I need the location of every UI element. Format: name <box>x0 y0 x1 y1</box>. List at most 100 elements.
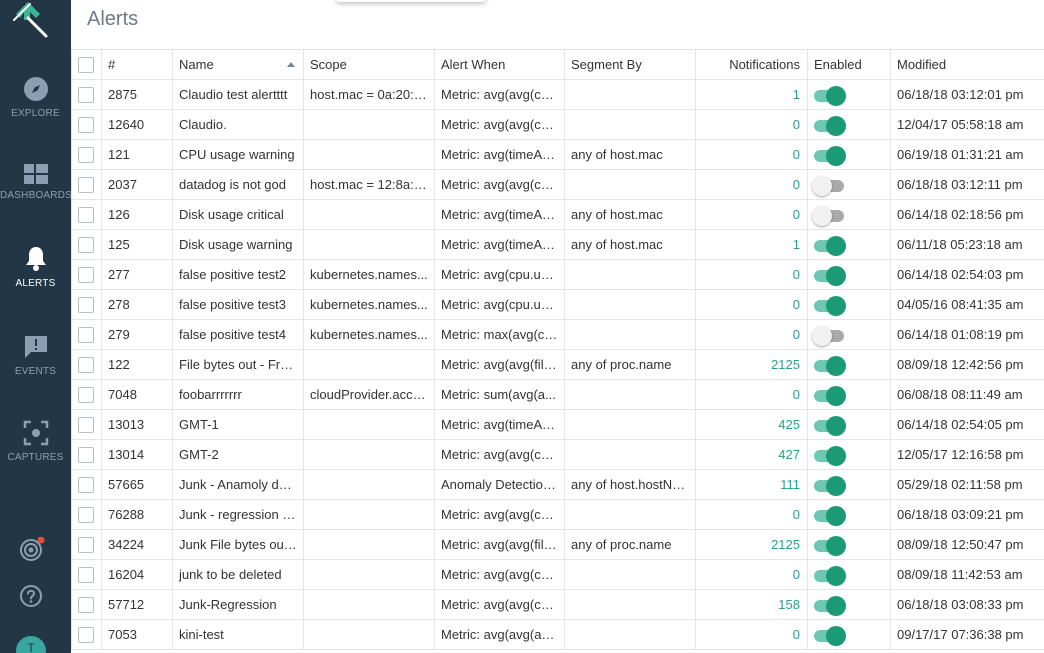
table-row[interactable]: 121 CPU usage warning Metric: avg(timeAv..… <box>71 139 1044 170</box>
alert-name[interactable]: kini-test <box>172 619 304 650</box>
row-checkbox[interactable] <box>78 176 94 193</box>
table-row[interactable]: 57665 Junk - Anamoly det... Anomaly Detect… <box>71 469 1044 500</box>
enabled-toggle[interactable] <box>814 385 846 406</box>
alert-notification-count[interactable]: 2125 <box>695 349 808 380</box>
enabled-toggle[interactable] <box>814 565 846 586</box>
alert-notification-count[interactable]: 0 <box>695 559 808 590</box>
alert-notification-count[interactable]: 1 <box>695 229 808 260</box>
radar-icon[interactable] <box>19 536 45 561</box>
alert-name[interactable]: datadog is not god <box>172 169 304 200</box>
column-header-name[interactable]: Name <box>172 49 304 80</box>
alert-notification-count[interactable]: 0 <box>695 139 808 170</box>
alert-name[interactable]: Junk File bytes out ... <box>172 529 304 560</box>
alert-notification-count[interactable]: 0 <box>695 259 808 290</box>
row-checkbox[interactable] <box>78 566 94 583</box>
alert-name[interactable]: false positive test3 <box>172 289 304 320</box>
alert-name[interactable]: Disk usage critical <box>172 199 304 230</box>
row-checkbox[interactable] <box>78 506 94 523</box>
table-row[interactable]: 122 File bytes out - Fro... Metric: avg(av… <box>71 349 1044 380</box>
alert-name[interactable]: false positive test2 <box>172 259 304 290</box>
avatar[interactable]: T <box>16 636 46 653</box>
table-row[interactable]: 125 Disk usage warning Metric: avg(timeAv.… <box>71 229 1044 260</box>
enabled-toggle[interactable] <box>814 145 846 166</box>
alert-name[interactable]: Claudio test alertttt <box>172 79 304 110</box>
enabled-toggle[interactable] <box>814 535 846 556</box>
row-checkbox[interactable] <box>78 326 94 343</box>
alert-name[interactable]: Junk - Anamoly det... <box>172 469 304 500</box>
select-all-checkbox[interactable] <box>78 56 94 73</box>
alert-name[interactable]: false positive test4 <box>172 319 304 350</box>
alert-notification-count[interactable]: 2125 <box>695 529 808 560</box>
row-checkbox[interactable] <box>78 146 94 163</box>
table-row[interactable]: 13013 GMT-1 Metric: avg(timeAv... 425 06/14/… <box>71 409 1044 440</box>
table-row[interactable]: 277 false positive test2 kubernetes.names.… <box>71 259 1044 290</box>
alert-notification-count[interactable]: 0 <box>695 499 808 530</box>
column-header-notifications[interactable]: Notifications <box>695 49 808 80</box>
row-checkbox[interactable] <box>78 596 94 613</box>
alert-notification-count[interactable]: 158 <box>695 589 808 620</box>
enabled-toggle[interactable] <box>814 445 846 466</box>
enabled-toggle[interactable] <box>814 85 846 106</box>
sidebar-item-events[interactable]: EVENTS <box>0 334 71 414</box>
row-checkbox[interactable] <box>78 116 94 133</box>
column-header-scope[interactable]: Scope <box>303 49 435 80</box>
table-row[interactable]: 7048 foobarrrrrrr cloudProvider.acco... Met… <box>71 379 1044 410</box>
enabled-toggle[interactable] <box>814 235 846 256</box>
alert-notification-count[interactable]: 0 <box>695 109 808 140</box>
sidebar-item-explore[interactable]: EXPLORE <box>0 76 71 156</box>
alert-notification-count[interactable]: 0 <box>695 379 808 410</box>
row-checkbox[interactable] <box>78 266 94 283</box>
enabled-toggle[interactable] <box>814 265 846 286</box>
table-row[interactable]: 279 false positive test4 kubernetes.names.… <box>71 319 1044 350</box>
enabled-toggle[interactable] <box>814 355 846 376</box>
sidebar-item-dashboards[interactable]: DASHBOARDS <box>0 164 72 244</box>
column-header-modified[interactable]: Modified <box>890 49 1044 80</box>
help-icon[interactable] <box>19 584 43 608</box>
table-row[interactable]: 57712 Junk-Regression Metric: avg(avg(cp..… <box>71 589 1044 620</box>
column-header-segment-by[interactable]: Segment By <box>564 49 696 80</box>
table-row[interactable]: 7053 kini-test Metric: avg(avg(an... 0 09/17… <box>71 619 1044 650</box>
table-row[interactable]: 2037 datadog is not god host.mac = 12:8a:a… <box>71 169 1044 200</box>
alert-notification-count[interactable]: 0 <box>695 619 808 650</box>
alert-notification-count[interactable]: 427 <box>695 439 808 470</box>
table-row[interactable]: 126 Disk usage critical Metric: avg(timeAv… <box>71 199 1044 230</box>
row-checkbox[interactable] <box>78 296 94 313</box>
enabled-toggle[interactable] <box>812 175 844 196</box>
enabled-toggle[interactable] <box>814 625 846 646</box>
sidebar-item-alerts[interactable]: ALERTS <box>0 246 71 326</box>
row-checkbox[interactable] <box>78 476 94 493</box>
logo-icon[interactable] <box>10 0 50 40</box>
enabled-toggle[interactable] <box>814 115 846 136</box>
row-checkbox[interactable] <box>78 356 94 373</box>
alert-name[interactable]: foobarrrrrrr <box>172 379 304 410</box>
enabled-toggle[interactable] <box>812 325 844 346</box>
row-checkbox[interactable] <box>78 416 94 433</box>
enabled-toggle[interactable] <box>814 295 846 316</box>
alert-notification-count[interactable]: 111 <box>695 469 808 500</box>
column-header-number[interactable]: # <box>101 49 173 80</box>
row-checkbox[interactable] <box>78 236 94 253</box>
enabled-toggle[interactable] <box>812 205 844 226</box>
enabled-toggle[interactable] <box>814 595 846 616</box>
row-checkbox[interactable] <box>78 446 94 463</box>
table-row[interactable]: 2875 Claudio test alertttt host.mac = 0a:2… <box>71 79 1044 110</box>
sidebar-item-captures[interactable]: CAPTURES <box>0 420 71 500</box>
alert-name[interactable]: Claudio. <box>172 109 304 140</box>
table-row[interactable]: 76288 Junk - regression N... Metric: avg(a… <box>71 499 1044 530</box>
alert-notification-count[interactable]: 0 <box>695 319 808 350</box>
row-checkbox[interactable] <box>78 206 94 223</box>
enabled-toggle[interactable] <box>814 475 846 496</box>
table-row[interactable]: 34224 Junk File bytes out ... Metric: avg(… <box>71 529 1044 560</box>
row-checkbox[interactable] <box>78 386 94 403</box>
alert-name[interactable]: GMT-1 <box>172 409 304 440</box>
table-row[interactable]: 13014 GMT-2 Metric: avg(avg(cp... 427 12/05/… <box>71 439 1044 470</box>
alert-name[interactable]: GMT-2 <box>172 439 304 470</box>
row-checkbox[interactable] <box>78 536 94 553</box>
alert-notification-count[interactable]: 1 <box>695 79 808 110</box>
alert-name[interactable]: CPU usage warning <box>172 139 304 170</box>
alert-notification-count[interactable]: 0 <box>695 199 808 230</box>
alert-notification-count[interactable]: 0 <box>695 289 808 320</box>
row-checkbox[interactable] <box>78 626 94 643</box>
alert-name[interactable]: Disk usage warning <box>172 229 304 260</box>
table-row[interactable]: 12640 Claudio. Metric: avg(avg(cp... 0 12/04… <box>71 109 1044 140</box>
